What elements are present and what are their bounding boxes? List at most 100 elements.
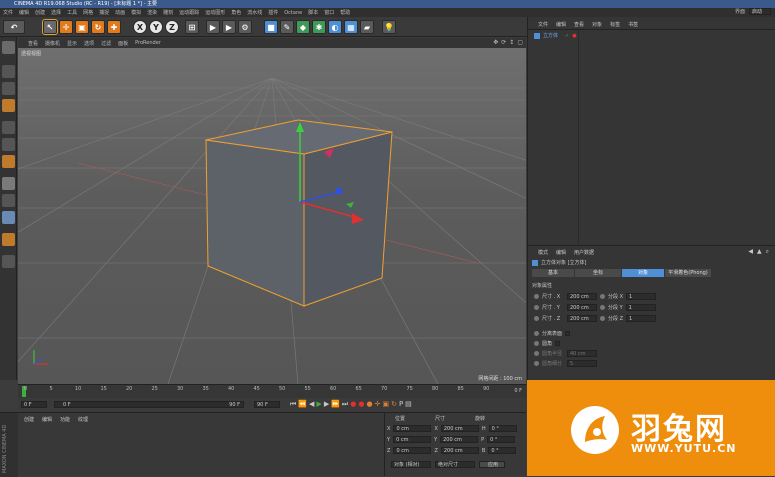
- om-menu-tags[interactable]: 标签: [610, 21, 620, 28]
- size-x-field[interactable]: 200 cm: [440, 425, 479, 432]
- prev-frame-icon[interactable]: ◀: [309, 400, 314, 409]
- coord-mode-select[interactable]: 对象 (相对): [391, 461, 431, 468]
- layout-select[interactable]: 启动: [749, 8, 771, 15]
- snap-icon[interactable]: [2, 211, 15, 224]
- lock-workplane-icon[interactable]: [2, 255, 15, 268]
- rotation-p-field[interactable]: 0 °: [487, 436, 516, 443]
- menu-mesh[interactable]: 网格: [83, 9, 93, 16]
- am-menu-edit[interactable]: 编辑: [556, 249, 566, 256]
- rotation-b-field[interactable]: 0 °: [488, 447, 517, 454]
- tab-object[interactable]: 对象: [622, 269, 664, 277]
- vp-menu-display[interactable]: 显示: [67, 40, 77, 47]
- vp-menu-prorender[interactable]: ProRender: [135, 40, 161, 46]
- y-axis-lock-icon[interactable]: Y: [149, 20, 163, 34]
- next-key-icon[interactable]: ⏩: [331, 400, 340, 409]
- position-key-icon[interactable]: ✛: [375, 400, 381, 409]
- animation-dot-icon[interactable]: [534, 351, 539, 356]
- menu-animate[interactable]: 动画: [115, 9, 125, 16]
- menu-mograph[interactable]: 运动图形: [205, 9, 225, 16]
- polygons-mode-icon[interactable]: [2, 155, 15, 168]
- z-axis-lock-icon[interactable]: Z: [165, 20, 179, 34]
- record-keys-icon[interactable]: ●: [350, 400, 356, 409]
- menu-snap[interactable]: 捕捉: [99, 9, 109, 16]
- menu-window[interactable]: 窗口: [324, 9, 334, 16]
- menu-tools[interactable]: 工具: [67, 9, 77, 16]
- visibility-check-icon[interactable]: ✓: [565, 33, 569, 39]
- preview-range-slider[interactable]: 0 F 90 F: [54, 401, 244, 408]
- position-x-field[interactable]: 0 cm: [393, 425, 432, 432]
- size-z-field[interactable]: 200 cm: [440, 447, 479, 454]
- vp-menu-camera[interactable]: 摄像机: [45, 40, 60, 47]
- am-menu-mode[interactable]: 模式: [538, 249, 548, 256]
- render-picture-viewer-icon[interactable]: ▶: [222, 20, 236, 34]
- om-menu-view[interactable]: 查看: [574, 21, 584, 28]
- axis-mode-icon[interactable]: [2, 177, 15, 190]
- vp-menu-filter[interactable]: 过滤: [101, 40, 111, 47]
- up-arrow-icon[interactable]: ▲: [757, 248, 762, 256]
- search-icon[interactable]: ⌕: [766, 248, 769, 256]
- animation-mode-icon[interactable]: [2, 233, 15, 246]
- fillet-radius-input[interactable]: 40 cm: [567, 350, 597, 357]
- texture-mode-icon[interactable]: [2, 82, 15, 95]
- animation-dot-icon[interactable]: [534, 341, 539, 346]
- pen-spline-icon[interactable]: ✎: [280, 20, 294, 34]
- dolly-icon[interactable]: ↕: [509, 39, 514, 46]
- animation-dot-icon[interactable]: [534, 331, 539, 336]
- vp-menu-view[interactable]: 查看: [28, 40, 38, 47]
- animation-dot-icon[interactable]: [534, 305, 539, 310]
- tab-basic[interactable]: 基本: [532, 269, 574, 277]
- cube-primitive-icon[interactable]: ■: [264, 20, 278, 34]
- animation-dot-icon[interactable]: [600, 294, 605, 299]
- apply-button[interactable]: 应用: [479, 461, 505, 468]
- om-menu-bookmarks[interactable]: 书签: [628, 21, 638, 28]
- vp-menu-options[interactable]: 选项: [84, 40, 94, 47]
- rotation-h-field[interactable]: 0 °: [488, 425, 517, 432]
- om-menu-edit[interactable]: 编辑: [556, 21, 566, 28]
- edges-mode-icon[interactable]: [2, 138, 15, 151]
- recent-tool-icon[interactable]: ✚: [107, 20, 121, 34]
- animation-dot-icon[interactable]: [534, 361, 539, 366]
- mat-menu-edit[interactable]: 编辑: [42, 416, 52, 423]
- size-z-input[interactable]: 200 cm: [567, 315, 597, 322]
- pan-icon[interactable]: ✥: [493, 39, 498, 46]
- phong-tag-icon[interactable]: ●: [572, 33, 576, 39]
- subdivision-surface-icon[interactable]: ◆: [296, 20, 310, 34]
- animation-dot-icon[interactable]: [534, 294, 539, 299]
- tab-phong[interactable]: 平滑着色(Phong): [665, 269, 711, 277]
- render-view-icon[interactable]: ▶: [206, 20, 220, 34]
- rotation-key-icon[interactable]: ↻: [391, 400, 397, 409]
- cube-object[interactable]: [205, 119, 393, 307]
- go-to-end-icon[interactable]: ⏭: [342, 400, 348, 409]
- animation-dot-icon[interactable]: [600, 305, 605, 310]
- menu-octane[interactable]: Octane: [284, 10, 302, 16]
- end-frame-field[interactable]: 90 F: [254, 401, 280, 408]
- size-y-input[interactable]: 200 cm: [567, 304, 597, 311]
- menu-script[interactable]: 脚本: [308, 9, 318, 16]
- menu-character[interactable]: 角色: [231, 9, 241, 16]
- fillet-checkbox[interactable]: [555, 341, 561, 346]
- menu-create[interactable]: 创建: [35, 9, 45, 16]
- segments-y-input[interactable]: 1: [625, 304, 656, 311]
- om-menu-object[interactable]: 对象: [592, 21, 602, 28]
- scale-tool-icon[interactable]: ▣: [75, 20, 89, 34]
- menu-help[interactable]: 帮助: [340, 9, 350, 16]
- scale-key-icon[interactable]: ▣: [382, 400, 389, 409]
- go-to-start-icon[interactable]: ⏮: [290, 400, 296, 409]
- perspective-viewport[interactable]: 透视视图 网格间距 : 100 cm: [18, 48, 526, 384]
- points-mode-icon[interactable]: [2, 121, 15, 134]
- light-icon[interactable]: 💡: [382, 20, 396, 34]
- mat-menu-texture[interactable]: 纹理: [78, 416, 88, 423]
- menu-render[interactable]: 渲染: [147, 9, 157, 16]
- menu-simulate[interactable]: 模拟: [131, 9, 141, 16]
- object-name[interactable]: 立方体: [543, 32, 558, 39]
- orbit-icon[interactable]: ⟳: [501, 39, 506, 46]
- maximize-icon[interactable]: ▢: [517, 39, 523, 46]
- animation-dot-icon[interactable]: [534, 316, 539, 321]
- rotate-tool-icon[interactable]: ↻: [91, 20, 105, 34]
- deformer-icon[interactable]: ◐: [328, 20, 342, 34]
- x-axis-lock-icon[interactable]: X: [133, 20, 147, 34]
- object-row-cube[interactable]: 立方体 ✓ ●: [534, 32, 577, 39]
- position-y-field[interactable]: 0 cm: [393, 436, 432, 443]
- menu-edit[interactable]: 编辑: [19, 9, 29, 16]
- select-cursor-icon[interactable]: ↖: [42, 19, 58, 35]
